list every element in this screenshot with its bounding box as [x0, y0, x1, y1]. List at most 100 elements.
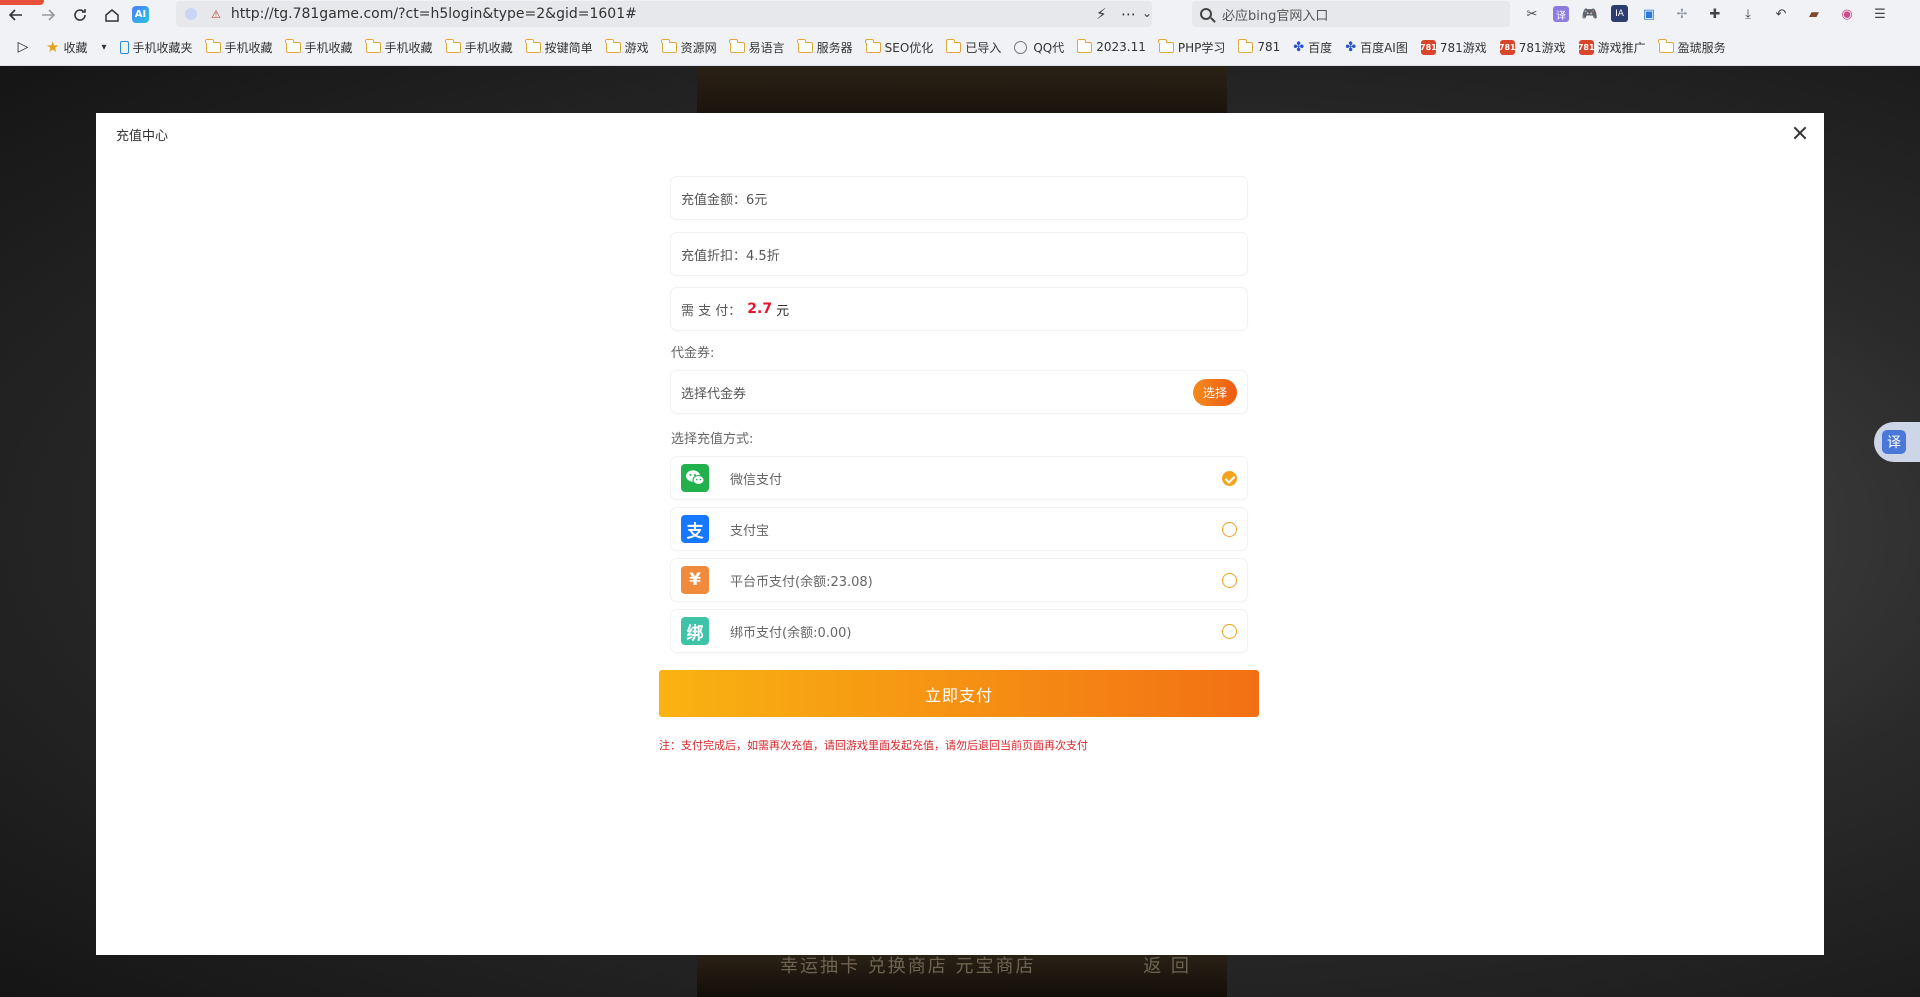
radio-unchecked-icon[interactable]	[1222, 522, 1237, 537]
bookmark-label: 易语言	[748, 40, 785, 55]
pay-now-button[interactable]: 立即支付	[659, 670, 1259, 717]
bookmark-label: 手机收藏	[304, 40, 353, 55]
bookmark-item[interactable]: 游戏	[605, 38, 649, 56]
alipay-icon: 支	[681, 515, 709, 543]
extension-icons: ✂ 译 🎮 IA ▣ ✢ ✚ ⤓ ↶ ▰ ◉ ☰	[1520, 3, 1892, 25]
phone-icon	[119, 40, 129, 54]
payment-option[interactable]: 绑 绑币支付(余额:0.00)	[671, 610, 1247, 652]
coupon-section-label: 代金券:	[671, 346, 715, 361]
payment-option[interactable]: 微信支付	[671, 457, 1247, 499]
bookmark-item[interactable]: 手机收藏	[285, 38, 353, 56]
need-pay-unit: 元	[776, 303, 790, 319]
bookmark-item[interactable]: ✤ 百度AI图	[1345, 39, 1408, 56]
chevron-down-icon[interactable]: ⌄	[1142, 6, 1152, 20]
choose-coupon-button[interactable]: 选择	[1193, 379, 1237, 406]
game-bottom-menu: 幸运抽卡 兑换商店 元宝商店 返 回	[780, 952, 1191, 978]
more-options-icon[interactable]: ⋯	[1121, 5, 1136, 23]
bookmark-label: 按键简单	[544, 40, 593, 55]
bookmark-item[interactable]: 手机收藏	[445, 38, 513, 56]
bookmark-label: 手机收藏	[384, 40, 433, 55]
bookmark-item[interactable]: 781 781游戏	[1499, 39, 1566, 56]
badge-icon: 781	[1578, 39, 1595, 55]
folder-icon	[729, 38, 745, 53]
address-bar[interactable]: ⚠ http://tg.781game.com/?ct=h5login&type…	[176, 1, 1152, 27]
folder-icon	[205, 38, 221, 53]
bookmark-label: 已导入	[965, 40, 1002, 55]
discount-label: 充值折扣：	[681, 248, 747, 264]
bookmark-label: 资源网	[680, 40, 717, 55]
ia-extension-icon[interactable]: IA	[1611, 5, 1628, 22]
download-icon[interactable]: ⤓	[1736, 3, 1760, 25]
reload-button[interactable]	[64, 1, 96, 29]
ai-assistant-icon[interactable]: AI	[132, 6, 149, 23]
bookmark-item[interactable]: QQ代	[1014, 39, 1064, 56]
undo-icon[interactable]: ↶	[1769, 3, 1793, 25]
payment-option[interactable]: 支 支付宝	[671, 508, 1247, 550]
folder-icon	[1158, 38, 1174, 53]
briefcase-icon[interactable]: ▰	[1802, 3, 1826, 25]
folder-icon	[945, 38, 962, 53]
bookmark-item[interactable]: 手机收藏夹	[119, 39, 193, 56]
badge-icon: 781	[1420, 39, 1437, 55]
paw-icon: ✤	[1293, 39, 1305, 55]
browser-toolbar: AI ⚠ http://tg.781game.com/?ct=h5login&t…	[0, 0, 1920, 29]
payment-option-label: 绑币支付(余额:0.00)	[730, 625, 852, 641]
chevron-down-icon[interactable]: ▾	[101, 42, 106, 53]
bookmark-item[interactable]: 服务器	[797, 38, 853, 56]
pin-icon[interactable]: ✢	[1670, 3, 1694, 25]
recharge-modal: 充值中心 充值金额： 6元 充值折扣： 4.5折 需 支 付： 2.7 元 代金…	[96, 113, 1824, 955]
coupon-field[interactable]: 选择代金券 选择	[671, 371, 1247, 413]
insecure-lock-icon[interactable]: ⚠	[211, 8, 221, 21]
screenshot-icon[interactable]: ▣	[1637, 3, 1661, 25]
bookmark-item[interactable]: SEO优化	[865, 38, 933, 56]
bookmark-item[interactable]: 盈琥服务	[1658, 38, 1726, 56]
home-icon	[105, 8, 119, 22]
folder-icon	[605, 38, 621, 53]
method-section-label: 选择充值方式:	[671, 432, 754, 447]
bookmark-item[interactable]: 手机收藏	[205, 38, 273, 56]
bookmark-label: QQ代	[1033, 40, 1065, 55]
home-button[interactable]	[96, 1, 128, 29]
translate-extension-icon[interactable]: 译	[1553, 6, 1569, 22]
folder-icon	[1076, 38, 1093, 53]
menu-icon[interactable]: ☰	[1868, 3, 1892, 25]
sidebar-toggle-icon[interactable]: ▷	[0, 39, 46, 55]
bookmark-item[interactable]: 资源网	[661, 38, 717, 56]
close-icon[interactable]	[1790, 123, 1810, 143]
bookmark-label: 游戏	[624, 40, 649, 55]
lightning-icon[interactable]: ⚡	[1096, 5, 1107, 23]
bookmark-item[interactable]: 按键简单	[525, 38, 593, 56]
need-pay-amount: 2.7	[747, 301, 773, 317]
wechat-pay-icon	[681, 464, 709, 492]
url-text[interactable]: http://tg.781game.com/?ct=h5login&type=2…	[231, 6, 637, 22]
game-extension-icon[interactable]: 🎮	[1578, 3, 1602, 25]
search-placeholder: 必应bing官网入口	[1222, 8, 1329, 24]
bookmark-item[interactable]: 易语言	[729, 38, 785, 56]
site-info-icon[interactable]	[185, 8, 197, 20]
bookmark-label: 2023.11	[1096, 40, 1146, 54]
bookmark-label: 盈琥服务	[1677, 40, 1726, 55]
bookmark-item[interactable]: 781 781游戏	[1420, 39, 1487, 56]
search-box[interactable]: 必应bing官网入口	[1192, 1, 1510, 27]
radio-unchecked-icon[interactable]	[1222, 573, 1237, 588]
bookmark-item[interactable]: PHP学习	[1158, 38, 1225, 56]
profile-icon[interactable]: ◉	[1835, 3, 1859, 25]
radio-unchecked-icon[interactable]	[1222, 624, 1237, 639]
bookmark-item[interactable]: 781	[1237, 38, 1280, 54]
payment-option[interactable]: ¥ 平台币支付(余额:23.08)	[671, 559, 1247, 601]
scissors-icon[interactable]: ✂	[1520, 3, 1544, 25]
amount-field: 充值金额： 6元	[671, 177, 1247, 219]
reload-icon	[74, 8, 86, 21]
bookmark-item[interactable]: 已导入	[945, 38, 1002, 56]
star-icon: ★	[46, 38, 60, 56]
page-translate-button[interactable]: 译	[1874, 422, 1920, 462]
bookmark-label: 781游戏	[1439, 40, 1487, 55]
bookmark-item[interactable]: 2023.11	[1076, 38, 1146, 54]
bookmark-item[interactable]: ★ 收藏 ▾	[46, 38, 107, 56]
puzzle-extensions-icon[interactable]: ✚	[1703, 3, 1727, 25]
bookmark-item[interactable]: 781 游戏推广	[1578, 39, 1646, 56]
bookmark-item[interactable]: 手机收藏	[365, 38, 433, 56]
bookmark-item[interactable]: ✤ 百度	[1293, 39, 1332, 56]
bookmark-list: ★ 收藏 ▾ 手机收藏夹 手机收藏 手机收藏 手机收藏 手机收藏 按键简单 游戏 资源网 易语言 服务器…	[46, 38, 1739, 56]
radio-checked-icon[interactable]	[1222, 471, 1237, 486]
